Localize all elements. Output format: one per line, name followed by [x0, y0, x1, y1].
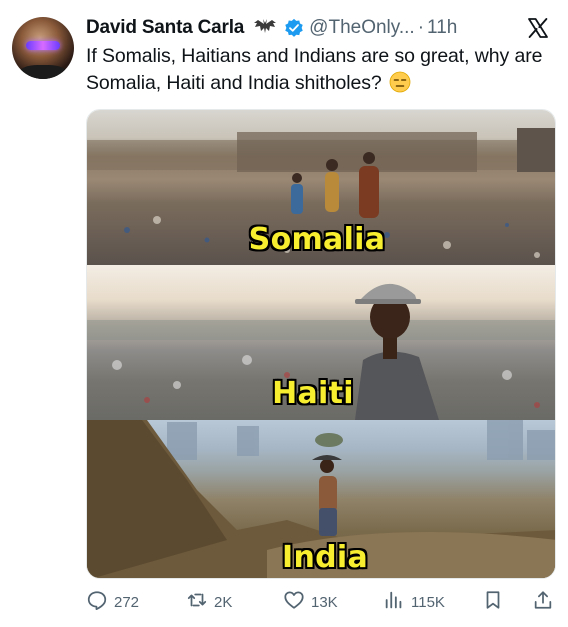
bookmark-button[interactable] — [482, 590, 504, 614]
reply-icon — [86, 589, 108, 615]
reply-count: 272 — [114, 593, 140, 611]
media-panel-somalia: Somalia — [87, 110, 555, 265]
like-count: 13K — [311, 593, 338, 611]
bat-icon — [252, 17, 278, 39]
avatar-shirt — [18, 65, 68, 79]
avatar-laser-eyes — [26, 41, 60, 50]
timestamp[interactable]: 11h — [427, 17, 457, 39]
caption-somalia: Somalia — [248, 222, 386, 257]
verified-icon — [284, 18, 304, 38]
tweet-media-image[interactable]: Somalia Haiti India — [86, 109, 556, 579]
display-name[interactable]: David Santa Carla — [86, 17, 244, 39]
tweet-text-content: If Somalis, Haitians and Indians are so … — [86, 45, 543, 94]
reply-button[interactable]: 272 — [86, 590, 139, 614]
tweet-text: If Somalis, Haitians and Indians are so … — [86, 43, 556, 97]
action-bar: 272 2K 13K 115K — [86, 590, 556, 614]
tweet-header: David Santa Carla @TheOnly... · 11h — [86, 15, 558, 41]
share-icon — [532, 589, 554, 615]
retweet-count: 2K — [214, 593, 233, 611]
avatar[interactable] — [12, 17, 74, 79]
bookmark-icon — [482, 589, 504, 615]
retweet-button[interactable]: 2K — [186, 590, 232, 614]
caption-haiti: Haiti — [272, 376, 354, 411]
retweet-icon — [186, 589, 208, 615]
expressionless-face-icon — [389, 71, 411, 93]
views-count: 115K — [411, 593, 445, 611]
handle[interactable]: @TheOnly... — [309, 17, 415, 39]
caption-india: India — [281, 540, 369, 575]
views-button[interactable]: 115K — [383, 590, 445, 614]
x-logo-icon[interactable] — [526, 16, 550, 40]
share-button[interactable] — [532, 590, 554, 614]
media-panel-india: India — [87, 420, 555, 578]
separator-dot: · — [417, 17, 425, 38]
heart-icon — [283, 589, 305, 615]
views-icon — [383, 589, 405, 615]
like-button[interactable]: 13K — [283, 590, 338, 614]
media-panel-haiti: Haiti — [87, 265, 555, 420]
